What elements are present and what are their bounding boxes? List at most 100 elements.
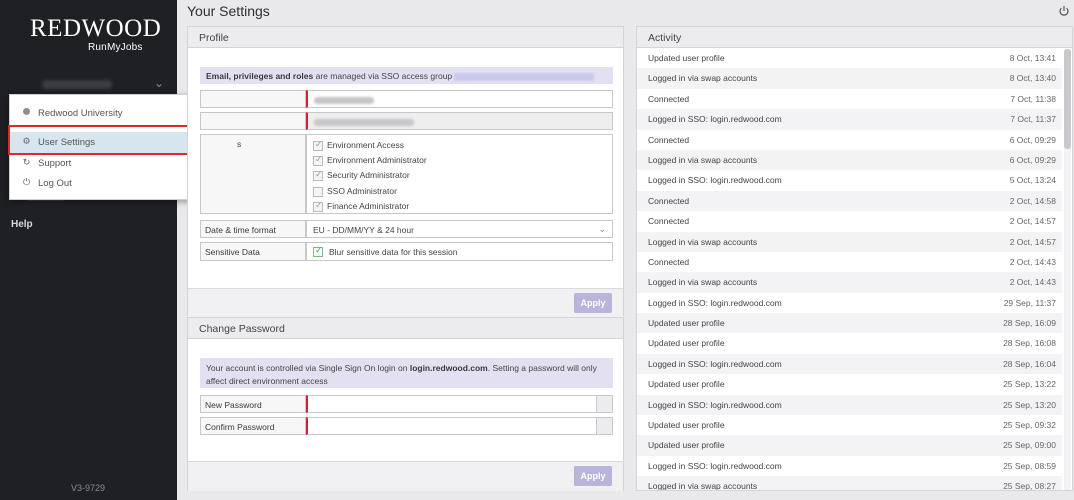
new-password-input[interactable] [306,395,613,413]
activity-description: Logged in via swap accounts [648,277,758,288]
menu-item-label: Support [38,158,72,169]
user-menu-toggle[interactable]: ⌄ [0,76,177,94]
password-notice: Your account is controlled via Single Si… [200,358,613,388]
activity-description: Logged in SSO: login.redwood.com [648,297,782,308]
activity-time: 28 Sep, 16:09 [1003,318,1056,329]
name-label [200,90,306,108]
sidebar-item-help[interactable]: Help [11,219,33,230]
notice-text-1: Your account is controlled via Single Si… [206,363,410,373]
new-password-row: New Password [200,395,613,413]
profile-apply-button[interactable]: Apply [574,293,612,313]
reveal-toggle[interactable] [596,396,612,412]
activity-row: Connected 2 Oct, 14:57 [637,211,1062,231]
activity-time: 2 Oct, 14:57 [1009,236,1056,247]
permissions-label-text: s [237,139,242,149]
checkbox [313,169,323,181]
activity-description: Connected [648,195,690,206]
activity-row: Connected 2 Oct, 14:58 [637,190,1062,212]
perm-label: Environment Access [327,140,405,150]
chevron-down-icon: ⌄ [154,76,165,90]
activity-time: 28 Sep, 16:08 [1003,338,1056,349]
activity-description: Connected [648,256,690,267]
activity-description: Logged in via swap accounts [648,236,758,247]
activity-description: Logged in SSO: login.redwood.com [648,460,782,471]
profile-panel: Profile Email, privileges and roles are … [187,26,624,318]
activity-row: Logged in SSO: login.redwood.com 5 Oct, 1… [637,170,1062,190]
activity-time: 2 Oct, 14:58 [1009,195,1056,206]
activity-row: Logged in SSO: login.redwood.com 25 Sep, … [637,456,1062,476]
activity-time: 2 Oct, 14:43 [1009,277,1056,288]
activity-row: Connected 2 Oct, 14:43 [637,252,1062,272]
blur-sensitive-checkbox[interactable] [313,245,323,257]
confirm-password-label: Confirm Password [200,417,306,435]
perm-label: Security Administrator [327,170,410,180]
activity-time: 8 Oct, 13:41 [1009,53,1056,63]
permissions-list: Environment Access Environment Administr… [306,134,613,214]
activity-description: Connected [648,134,690,145]
activity-row: Logged in via swap accounts 2 Oct, 14:43 [637,272,1062,293]
logo-subtext: RunMyJobs [88,42,143,53]
email-field [306,112,613,130]
perm-label: SSO Administrator [327,186,397,196]
name-field[interactable] [306,90,613,108]
confirm-password-row: Confirm Password [200,417,613,435]
sensitive-data-field: Blur sensitive data for this session [306,242,613,261]
password-apply-bar: Apply [188,461,623,491]
notice-domain: login.redwood.com [409,363,488,373]
activity-time: 2 Oct, 14:43 [1009,256,1056,267]
activity-description: Logged in via swap accounts [648,73,758,84]
chevron-down-icon: ⌄ [598,224,606,234]
confirm-password-input[interactable] [306,417,613,435]
scrollbar-thumb[interactable] [1064,49,1071,149]
power-icon: ⏻ [22,177,31,187]
version-label: V3-9729 [71,483,106,493]
activity-time: 25 Sep, 08:27 [1003,481,1056,490]
sidebar: REDWOOD RunMyJobs ⌄ Help V3-9729 [0,0,177,500]
activity-row: Updated user profile 28 Sep, 16:09 [637,313,1062,334]
date-format-row: Date & time format EU - DD/MM/YY & 24 ho… [200,220,613,238]
activity-time: 6 Oct, 09:29 [1009,134,1056,145]
scrollbar[interactable] [1064,49,1071,490]
activity-time: 25 Sep, 09:00 [1003,440,1056,451]
activity-row: Updated user profile 28 Sep, 16:08 [637,333,1062,353]
menu-item-label: Log Out [38,178,72,189]
activity-title: Activity [637,27,1072,48]
menu-item-label: Redwood University [38,108,123,119]
sso-group-blurred [454,72,595,81]
activity-time: 6 Oct, 09:29 [1009,154,1056,165]
activity-description: Updated user profile [648,318,725,329]
activity-row: Logged in via swap accounts 8 Oct, 13:40 [637,68,1062,89]
activity-panel: Activity Updated user profile 8 Oct, 13:4… [636,26,1073,491]
checkbox [313,139,323,151]
activity-row: Updated user profile 8 Oct, 13:41 [637,48,1062,68]
change-password-panel: Change Password Your account is controll… [187,317,624,491]
profile-title: Profile [188,27,623,48]
date-format-select[interactable]: EU - DD/MM/YY & 24 hour ⌄ [306,220,613,238]
permissions-label: s [200,134,306,214]
change-password-title: Change Password [188,318,623,339]
blur-sensitive-label: Blur sensitive data for this session [329,247,458,257]
activity-description: Updated user profile [648,440,725,451]
activity-time: 8 Oct, 13:40 [1009,73,1056,84]
logo-text: REDWOOD [30,15,162,42]
sso-notice-text: are managed via SSO access group [313,71,453,81]
reveal-toggle[interactable] [596,418,612,434]
activity-time: 7 Oct, 11:37 [1010,114,1056,125]
activity-time: 28 Sep, 16:04 [1003,358,1056,369]
checkbox [313,154,323,166]
activity-time: 25 Sep, 13:22 [1003,379,1056,390]
redwood-logo[interactable]: REDWOOD RunMyJobs [30,15,162,58]
activity-time: 25 Sep, 13:20 [1003,399,1056,410]
activity-list[interactable]: Updated user profile 8 Oct, 13:41 Logged i… [637,48,1062,490]
activity-description: Updated user profile [648,379,725,390]
activity-row: Logged in SSO: login.redwood.com 28 Sep, … [637,353,1062,375]
perm-label: Environment Administrator [327,155,427,165]
sso-notice-bold: Email, privileges and roles [206,71,314,81]
activity-row: Updated user profile 25 Sep, 09:00 [637,435,1062,456]
activity-row: Updated user profile 25 Sep, 13:22 [637,374,1062,394]
name-row [200,90,613,108]
activity-row: Logged in via swap accounts 25 Sep, 08:27 [637,476,1062,490]
power-icon[interactable] [1058,5,1070,17]
new-password-label: New Password [200,395,306,413]
password-apply-button[interactable]: Apply [574,466,612,486]
